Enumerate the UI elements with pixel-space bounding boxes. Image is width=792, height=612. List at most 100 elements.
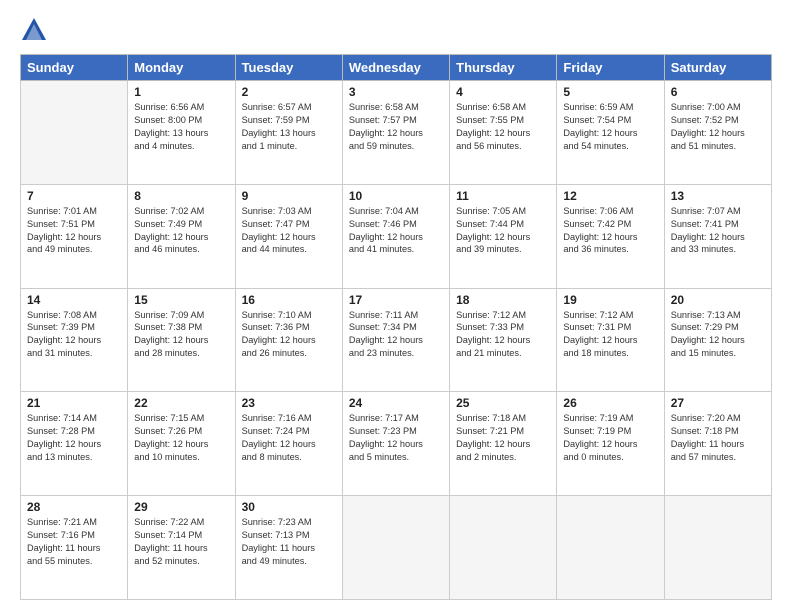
calendar-cell: 13 Sunrise: 7:07 AMSunset: 7:41 PMDayligh… (664, 184, 771, 288)
cell-text: Sunrise: 7:23 AMSunset: 7:13 PMDaylight:… (242, 516, 336, 568)
day-number: 6 (671, 85, 765, 99)
logo (20, 16, 52, 44)
weekday-header-sunday: Sunday (21, 55, 128, 81)
day-number: 3 (349, 85, 443, 99)
calendar-cell: 30Sunrise: 7:23 AMSunset: 7:13 PMDayligh… (235, 496, 342, 600)
day-number: 12 (563, 189, 657, 203)
cell-text: Sunrise: 7:22 AMSunset: 7:14 PMDaylight:… (134, 516, 228, 568)
calendar-cell: 1 Sunrise: 6:56 AMSunset: 8:00 PMDaylight… (128, 81, 235, 185)
calendar-cell: 4 Sunrise: 6:58 AMSunset: 7:55 PMDaylight… (450, 81, 557, 185)
day-number: 21 (27, 396, 121, 410)
calendar-cell: 8 Sunrise: 7:02 AMSunset: 7:49 PMDaylight… (128, 184, 235, 288)
cell-text: Sunrise: 7:11 AMSunset: 7:34 PMDaylight:… (349, 309, 443, 361)
calendar-cell: 5 Sunrise: 6:59 AMSunset: 7:54 PMDaylight… (557, 81, 664, 185)
cell-text: Sunrise: 7:15 AMSunset: 7:26 PMDaylight:… (134, 412, 228, 464)
week-row-3: 14 Sunrise: 7:08 AMSunset: 7:39 PMDayligh… (21, 288, 772, 392)
day-number: 14 (27, 293, 121, 307)
weekday-header-saturday: Saturday (664, 55, 771, 81)
day-number: 11 (456, 189, 550, 203)
day-number: 27 (671, 396, 765, 410)
calendar-cell: 26 Sunrise: 7:19 AMSunset: 7:19 PMDayligh… (557, 392, 664, 496)
header (20, 16, 772, 44)
calendar-cell (664, 496, 771, 600)
weekday-header-monday: Monday (128, 55, 235, 81)
calendar-cell: 9 Sunrise: 7:03 AMSunset: 7:47 PMDaylight… (235, 184, 342, 288)
cell-text: Sunrise: 7:08 AMSunset: 7:39 PMDaylight:… (27, 309, 121, 361)
day-number: 4 (456, 85, 550, 99)
cell-text: Sunrise: 7:01 AMSunset: 7:51 PMDaylight:… (27, 205, 121, 257)
cell-text: Sunrise: 7:02 AMSunset: 7:49 PMDaylight:… (134, 205, 228, 257)
calendar-cell: 24 Sunrise: 7:17 AMSunset: 7:23 PMDayligh… (342, 392, 449, 496)
cell-text: Sunrise: 7:20 AMSunset: 7:18 PMDaylight:… (671, 412, 765, 464)
calendar-cell: 22 Sunrise: 7:15 AMSunset: 7:26 PMDayligh… (128, 392, 235, 496)
cell-text: Sunrise: 7:21 AMSunset: 7:16 PMDaylight:… (27, 516, 121, 568)
page: SundayMondayTuesdayWednesdayThursdayFrid… (0, 0, 792, 612)
day-number: 5 (563, 85, 657, 99)
weekday-header-wednesday: Wednesday (342, 55, 449, 81)
day-number: 23 (242, 396, 336, 410)
weekday-header-friday: Friday (557, 55, 664, 81)
day-number: 7 (27, 189, 121, 203)
cell-text: Sunrise: 7:05 AMSunset: 7:44 PMDaylight:… (456, 205, 550, 257)
cell-text: Sunrise: 7:03 AMSunset: 7:47 PMDaylight:… (242, 205, 336, 257)
calendar-cell: 15 Sunrise: 7:09 AMSunset: 7:38 PMDayligh… (128, 288, 235, 392)
cell-text: Sunrise: 7:14 AMSunset: 7:28 PMDaylight:… (27, 412, 121, 464)
cell-text: Sunrise: 7:10 AMSunset: 7:36 PMDaylight:… (242, 309, 336, 361)
day-number: 25 (456, 396, 550, 410)
cell-text: Sunrise: 6:58 AMSunset: 7:57 PMDaylight:… (349, 101, 443, 153)
week-row-1: 1 Sunrise: 6:56 AMSunset: 8:00 PMDaylight… (21, 81, 772, 185)
calendar: SundayMondayTuesdayWednesdayThursdayFrid… (20, 54, 772, 600)
week-row-2: 7 Sunrise: 7:01 AMSunset: 7:51 PMDaylight… (21, 184, 772, 288)
day-number: 20 (671, 293, 765, 307)
day-number: 19 (563, 293, 657, 307)
cell-text: Sunrise: 7:04 AMSunset: 7:46 PMDaylight:… (349, 205, 443, 257)
calendar-cell (557, 496, 664, 600)
calendar-cell: 18Sunrise: 7:12 AMSunset: 7:33 PMDayligh… (450, 288, 557, 392)
calendar-cell: 28 Sunrise: 7:21 AMSunset: 7:16 PMDayligh… (21, 496, 128, 600)
day-number: 2 (242, 85, 336, 99)
calendar-cell: 10Sunrise: 7:04 AMSunset: 7:46 PMDayligh… (342, 184, 449, 288)
cell-text: Sunrise: 7:17 AMSunset: 7:23 PMDaylight:… (349, 412, 443, 464)
calendar-cell: 11 Sunrise: 7:05 AMSunset: 7:44 PMDayligh… (450, 184, 557, 288)
cell-text: Sunrise: 7:09 AMSunset: 7:38 PMDaylight:… (134, 309, 228, 361)
cell-text: Sunrise: 6:59 AMSunset: 7:54 PMDaylight:… (563, 101, 657, 153)
day-number: 16 (242, 293, 336, 307)
cell-text: Sunrise: 6:56 AMSunset: 8:00 PMDaylight:… (134, 101, 228, 153)
cell-text: Sunrise: 7:18 AMSunset: 7:21 PMDaylight:… (456, 412, 550, 464)
calendar-cell: 19 Sunrise: 7:12 AMSunset: 7:31 PMDayligh… (557, 288, 664, 392)
day-number: 28 (27, 500, 121, 514)
weekday-header-row: SundayMondayTuesdayWednesdayThursdayFrid… (21, 55, 772, 81)
calendar-cell (342, 496, 449, 600)
cell-text: Sunrise: 7:00 AMSunset: 7:52 PMDaylight:… (671, 101, 765, 153)
day-number: 24 (349, 396, 443, 410)
calendar-cell: 2Sunrise: 6:57 AMSunset: 7:59 PMDaylight… (235, 81, 342, 185)
calendar-cell: 16 Sunrise: 7:10 AMSunset: 7:36 PMDayligh… (235, 288, 342, 392)
cell-text: Sunrise: 7:16 AMSunset: 7:24 PMDaylight:… (242, 412, 336, 464)
day-number: 17 (349, 293, 443, 307)
calendar-cell: 6 Sunrise: 7:00 AMSunset: 7:52 PMDaylight… (664, 81, 771, 185)
cell-text: Sunrise: 7:07 AMSunset: 7:41 PMDaylight:… (671, 205, 765, 257)
day-number: 8 (134, 189, 228, 203)
day-number: 26 (563, 396, 657, 410)
calendar-cell: 12 Sunrise: 7:06 AMSunset: 7:42 PMDayligh… (557, 184, 664, 288)
calendar-cell: 20 Sunrise: 7:13 AMSunset: 7:29 PMDayligh… (664, 288, 771, 392)
cell-text: Sunrise: 7:13 AMSunset: 7:29 PMDaylight:… (671, 309, 765, 361)
calendar-cell: 21 Sunrise: 7:14 AMSunset: 7:28 PMDayligh… (21, 392, 128, 496)
day-number: 13 (671, 189, 765, 203)
weekday-header-thursday: Thursday (450, 55, 557, 81)
calendar-cell: 14 Sunrise: 7:08 AMSunset: 7:39 PMDayligh… (21, 288, 128, 392)
calendar-cell: 25 Sunrise: 7:18 AMSunset: 7:21 PMDayligh… (450, 392, 557, 496)
calendar-cell: 7 Sunrise: 7:01 AMSunset: 7:51 PMDaylight… (21, 184, 128, 288)
cell-text: Sunrise: 7:06 AMSunset: 7:42 PMDaylight:… (563, 205, 657, 257)
cell-text: Sunrise: 6:58 AMSunset: 7:55 PMDaylight:… (456, 101, 550, 153)
week-row-5: 28 Sunrise: 7:21 AMSunset: 7:16 PMDayligh… (21, 496, 772, 600)
calendar-cell: 27 Sunrise: 7:20 AMSunset: 7:18 PMDayligh… (664, 392, 771, 496)
calendar-cell: 17 Sunrise: 7:11 AMSunset: 7:34 PMDayligh… (342, 288, 449, 392)
cell-text: Sunrise: 7:19 AMSunset: 7:19 PMDaylight:… (563, 412, 657, 464)
cell-text: Sunrise: 7:12 AMSunset: 7:33 PMDaylight:… (456, 309, 550, 361)
day-number: 9 (242, 189, 336, 203)
day-number: 22 (134, 396, 228, 410)
cell-text: Sunrise: 7:12 AMSunset: 7:31 PMDaylight:… (563, 309, 657, 361)
day-number: 15 (134, 293, 228, 307)
day-number: 1 (134, 85, 228, 99)
